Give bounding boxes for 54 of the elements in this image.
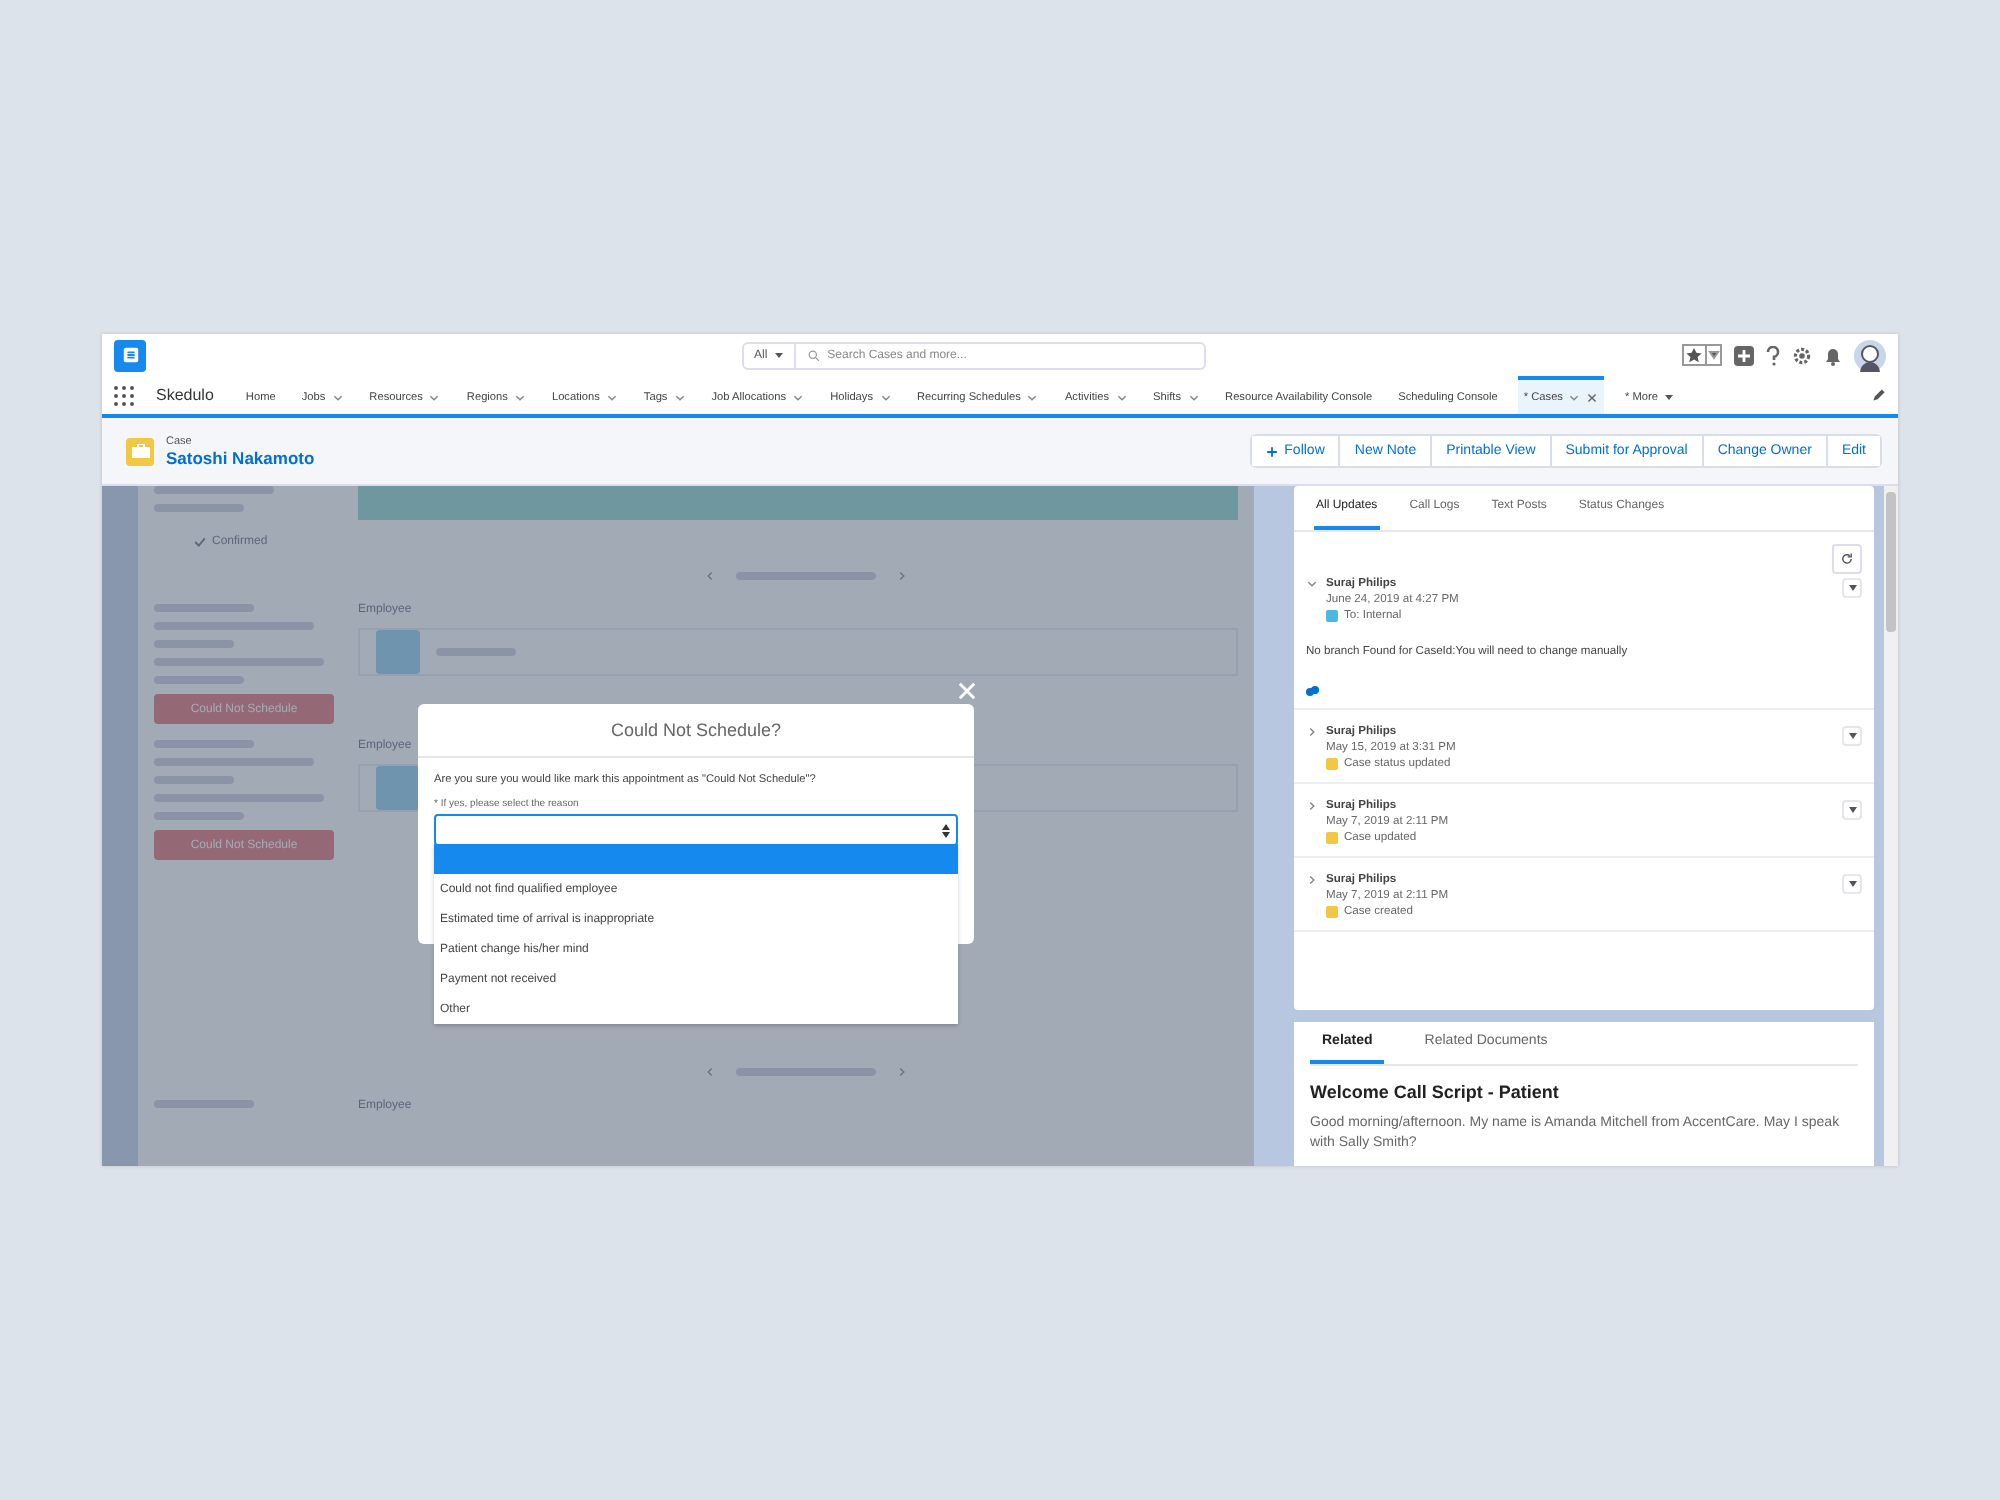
chevron-right-icon[interactable] xyxy=(1306,800,1318,812)
caret-icon xyxy=(773,350,784,360)
chevron-down-icon[interactable] xyxy=(1026,391,1039,403)
search-icon xyxy=(807,349,820,361)
chevron-right-icon[interactable] xyxy=(1306,874,1318,886)
previous-icon[interactable] xyxy=(704,570,716,582)
avatar-icon xyxy=(376,630,420,674)
check-icon xyxy=(194,536,206,548)
item-menu-button[interactable] xyxy=(1842,800,1862,820)
chevron-down-icon[interactable] xyxy=(792,391,805,403)
bell-icon[interactable] xyxy=(1824,345,1842,365)
case-icon xyxy=(126,437,154,465)
chevron-down-icon[interactable] xyxy=(1187,391,1200,403)
dialog-title: Could Not Schedule? xyxy=(418,704,974,758)
caret-icon xyxy=(1663,392,1674,402)
settings-icon[interactable] xyxy=(1792,345,1812,365)
script-title: Welcome Call Script - Patient xyxy=(1310,1082,1561,1102)
add-icon[interactable] xyxy=(1734,345,1754,365)
item-menu-button[interactable] xyxy=(1842,578,1862,598)
refresh-button[interactable] xyxy=(1832,544,1862,574)
item-menu-button[interactable] xyxy=(1842,874,1862,894)
favorites-icon[interactable] xyxy=(1682,344,1722,366)
item-menu-button[interactable] xyxy=(1842,726,1862,746)
plus-icon xyxy=(1266,445,1279,457)
app-launcher-icon[interactable] xyxy=(114,385,134,405)
sort-arrows-icon xyxy=(942,823,950,837)
chevron-down-icon[interactable] xyxy=(331,391,344,403)
chevron-down-icon[interactable] xyxy=(1306,578,1318,590)
caret-icon xyxy=(1847,732,1857,740)
chevron-down-icon[interactable] xyxy=(1568,391,1581,403)
previous-icon[interactable] xyxy=(704,1066,716,1078)
avatar-icon[interactable] xyxy=(1854,339,1886,371)
chevron-down-icon[interactable] xyxy=(879,391,892,403)
scrollbar-thumb[interactable] xyxy=(1886,492,1896,632)
caret-icon xyxy=(1847,880,1857,888)
caret-icon xyxy=(1847,584,1857,592)
app-logo[interactable] xyxy=(114,339,146,371)
chevron-down-icon[interactable] xyxy=(673,391,686,403)
app-name: Skedulo xyxy=(156,386,214,404)
edit-icon[interactable] xyxy=(1872,388,1886,402)
chevron-down-icon[interactable] xyxy=(428,391,441,403)
caret-icon xyxy=(1847,806,1857,814)
avatar-icon xyxy=(376,766,420,810)
close-icon[interactable] xyxy=(1586,391,1599,403)
refresh-icon xyxy=(1840,552,1854,566)
chevron-down-icon[interactable] xyxy=(1115,391,1128,403)
like-icon[interactable] xyxy=(1306,686,1320,696)
next-icon[interactable] xyxy=(896,1066,908,1078)
chevron-right-icon[interactable] xyxy=(1306,726,1318,738)
chevron-down-icon[interactable] xyxy=(605,391,618,403)
help-icon[interactable] xyxy=(1766,345,1780,365)
next-icon[interactable] xyxy=(896,570,908,582)
record-name: Satoshi Nakamoto xyxy=(166,447,315,467)
chevron-down-icon[interactable] xyxy=(513,391,526,403)
